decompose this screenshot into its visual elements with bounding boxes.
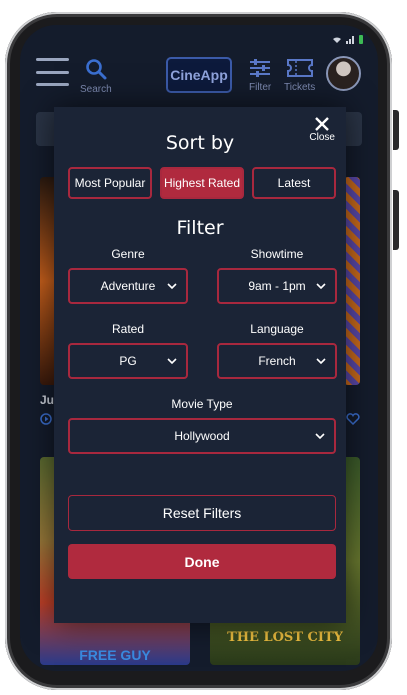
- genre-value: Adventure: [100, 279, 156, 293]
- poster-title: FREE GUY: [79, 647, 151, 663]
- movie-type-value: Hollywood: [174, 429, 230, 443]
- sliders-icon: [250, 59, 271, 77]
- chevron-down-icon: [315, 433, 325, 440]
- language-label: Language: [250, 322, 304, 336]
- poster-title: THE LOST CITY: [227, 630, 343, 645]
- language-value: French: [258, 354, 296, 368]
- filter-label: Filter: [249, 82, 272, 93]
- filter-nav[interactable]: Filter: [249, 58, 271, 93]
- chevron-down-icon: [167, 358, 177, 365]
- chevron-down-icon: [167, 283, 177, 290]
- search-label: Search: [80, 84, 112, 95]
- showtime-select[interactable]: 9am - 1pm: [217, 268, 337, 304]
- avatar[interactable]: [326, 56, 361, 91]
- signal-icon: [346, 31, 355, 49]
- sort-filter-modal: Sort by Close Most Popular Highest Rated…: [54, 107, 346, 623]
- phone-side-button: [393, 110, 399, 150]
- sort-highest-rated-button[interactable]: Highest Rated: [160, 167, 244, 199]
- sort-most-popular-button[interactable]: Most Popular: [68, 167, 152, 199]
- play-icon[interactable]: [40, 412, 52, 430]
- language-select[interactable]: French: [217, 343, 337, 379]
- close-label: Close: [309, 132, 335, 143]
- search-icon: [86, 59, 107, 80]
- chevron-down-icon: [316, 283, 326, 290]
- phone-side-button: [393, 190, 399, 250]
- rated-value: PG: [119, 354, 137, 368]
- movie-type-select[interactable]: Hollywood: [68, 418, 336, 454]
- showtime-label: Showtime: [250, 247, 304, 261]
- genre-select[interactable]: Adventure: [68, 268, 188, 304]
- app-logo[interactable]: CineApp: [166, 57, 232, 93]
- phone-screen: Search CineApp Filter Tickets Ju FREE GU…: [20, 25, 378, 671]
- movie-poster[interactable]: [344, 177, 360, 385]
- rated-label: Rated: [111, 322, 145, 336]
- genre-label: Genre: [111, 247, 145, 261]
- movie-title[interactable]: Ju: [40, 393, 54, 407]
- done-button[interactable]: Done: [68, 544, 336, 579]
- sort-latest-button[interactable]: Latest: [252, 167, 336, 199]
- battery-icon: [359, 31, 364, 49]
- heart-icon[interactable]: [346, 412, 360, 430]
- status-bar: [332, 31, 364, 49]
- ticket-icon: [286, 59, 313, 77]
- tickets-label: Tickets: [284, 82, 316, 93]
- reset-filters-button[interactable]: Reset Filters: [68, 495, 336, 531]
- movie-type-label: Movie Type: [171, 397, 233, 411]
- rated-select[interactable]: PG: [68, 343, 188, 379]
- app-header: Search CineApp Filter Tickets: [20, 50, 378, 110]
- sort-title: Sort by: [165, 132, 235, 154]
- search-nav[interactable]: Search: [80, 58, 112, 95]
- menu-icon[interactable]: [36, 58, 69, 86]
- close-button[interactable]: Close: [309, 116, 335, 143]
- tickets-nav[interactable]: Tickets: [284, 58, 315, 93]
- showtime-value: 9am - 1pm: [248, 279, 306, 293]
- chevron-down-icon: [316, 358, 326, 365]
- close-icon: [315, 117, 330, 131]
- wifi-icon: [332, 31, 342, 49]
- filter-title: Filter: [176, 217, 224, 239]
